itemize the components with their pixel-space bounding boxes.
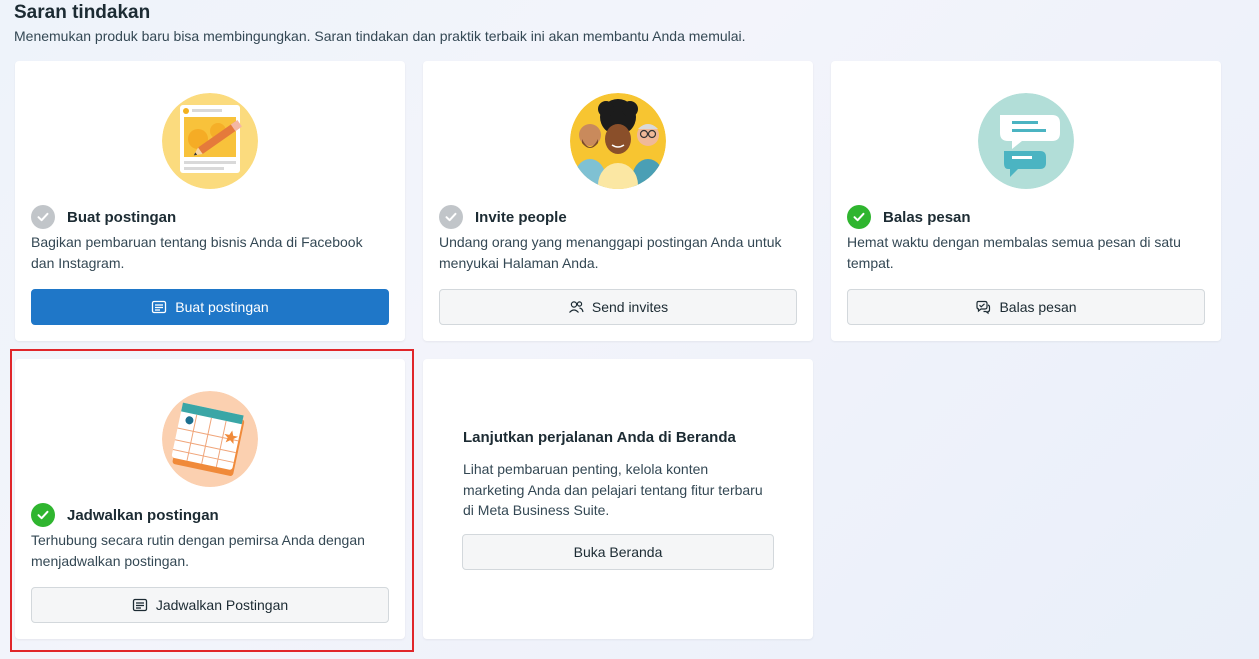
card-description: Hemat waktu dengan membalas semua pesan … xyxy=(847,234,1181,271)
card-schedule-post: Jadwalkan postingan Terhubung secara rut… xyxy=(15,359,405,639)
open-home-button[interactable]: Buka Beranda xyxy=(462,534,774,570)
card-title: Jadwalkan postingan xyxy=(67,506,219,524)
check-icon xyxy=(847,205,871,229)
card-description: Terhubung secara rutin dengan pemirsa An… xyxy=(31,532,365,569)
page-subtitle: Menemukan produk baru bisa membingungkan… xyxy=(14,28,746,44)
card-invite-people: Invite people Undang orang yang menangga… xyxy=(423,61,813,341)
schedule-post-illustration xyxy=(162,391,258,487)
card-reply-messages: Balas pesan Hemat waktu dengan membalas … xyxy=(831,61,1221,341)
check-icon xyxy=(31,205,55,229)
card-create-post-heading: Buat postingan xyxy=(31,205,176,229)
reply-messages-illustration xyxy=(978,93,1074,189)
check-icon xyxy=(439,205,463,229)
create-post-illustration xyxy=(162,93,258,189)
check-icon xyxy=(31,503,55,527)
card-description: Bagikan pembaruan tentang bisnis Anda di… xyxy=(31,234,363,271)
schedule-post-button[interactable]: Jadwalkan Postingan xyxy=(31,587,389,623)
card-title: Balas pesan xyxy=(883,208,971,226)
card-schedule-post-heading: Jadwalkan postingan xyxy=(31,503,219,527)
send-invites-button[interactable]: Send invites xyxy=(439,289,797,325)
card-reply-messages-heading: Balas pesan xyxy=(847,205,971,229)
post-icon xyxy=(132,597,148,613)
card-invite-people-heading: Invite people xyxy=(439,205,567,229)
chat-bubble-icon xyxy=(975,299,991,315)
button-label: Balas pesan xyxy=(999,299,1077,315)
card-title: Lanjutkan perjalanan Anda di Beranda xyxy=(463,429,736,446)
button-label: Jadwalkan Postingan xyxy=(155,597,289,613)
post-icon xyxy=(151,299,167,315)
page-title: Saran tindakan xyxy=(14,2,151,23)
card-description: Undang orang yang menanggapi postingan A… xyxy=(439,234,782,271)
reply-messages-button[interactable]: Balas pesan xyxy=(847,289,1205,325)
create-post-button[interactable]: Buat postingan xyxy=(31,289,389,325)
button-label: Buat postingan xyxy=(175,299,269,315)
card-title: Buat postingan xyxy=(67,208,177,226)
card-create-post: Buat postingan Bagikan pembaruan tentang… xyxy=(15,61,405,341)
card-continue-home: Lanjutkan perjalanan Anda di Beranda Lih… xyxy=(423,359,813,639)
button-label: Send invites xyxy=(591,299,669,315)
card-description: Lihat pembaruan penting, kelola konten m… xyxy=(463,461,763,518)
invite-people-illustration xyxy=(570,93,666,189)
people-icon xyxy=(568,299,584,315)
button-label: Buka Beranda xyxy=(573,544,663,560)
card-title: Invite people xyxy=(475,208,567,226)
